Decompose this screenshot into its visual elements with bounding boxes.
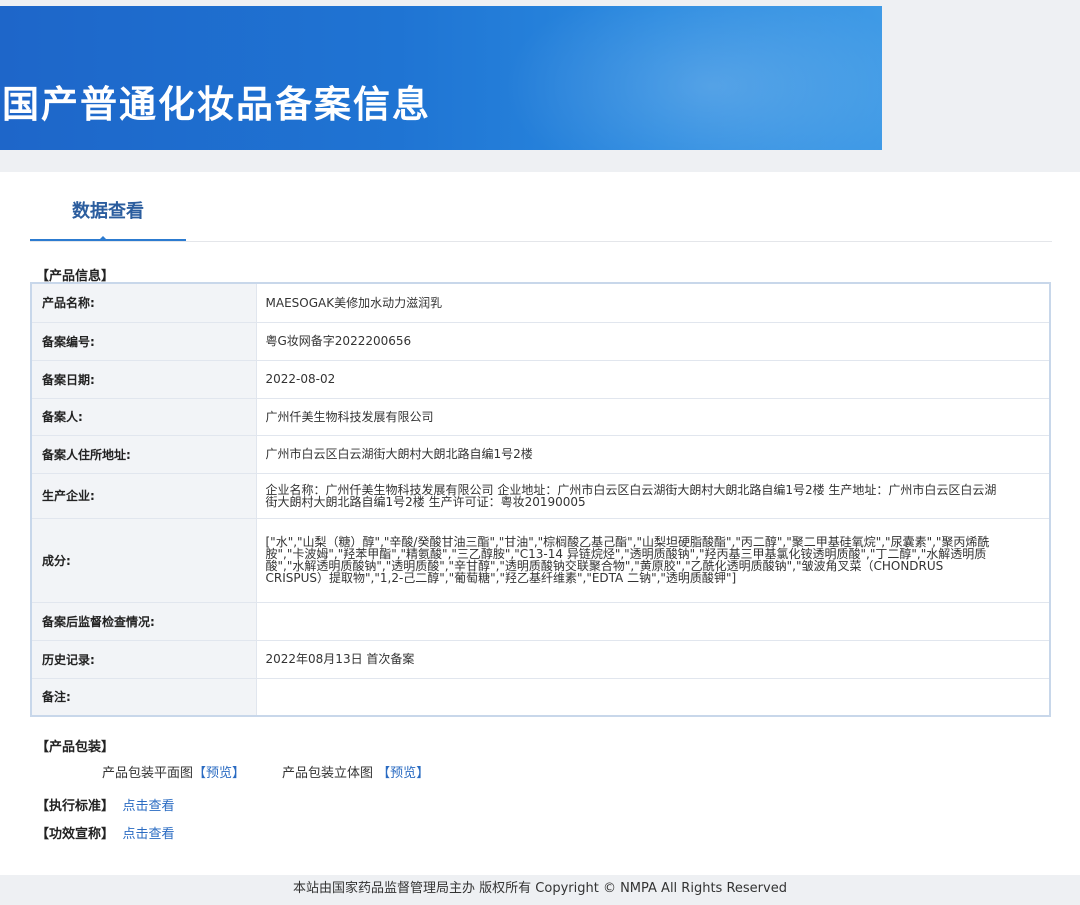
packaging-flat-item: 产品包装平面图【预览】 (102, 762, 245, 781)
packaging-flat-label: 产品包装平面图 (102, 766, 194, 781)
bracket-open: 【 (377, 766, 391, 781)
row-key: 备案人: (30, 397, 257, 436)
standard-header: 【执行标准】 (36, 799, 115, 814)
page-footer: 本站由国家药品监督管理局主办 版权所有 Copyright © NMPA All… (0, 875, 1080, 905)
row-key: 备案日期: (30, 359, 257, 399)
bracket-close: 】 (416, 766, 430, 781)
row-key: 备注: (30, 677, 257, 717)
standard-row: 【执行标准】 点击查看 (36, 795, 175, 814)
row-key: 备案编号: (30, 321, 257, 361)
table-row: 备案人: 广州仟美生物科技发展有限公司 (30, 397, 1051, 436)
row-value: 2022-08-02 (255, 359, 1051, 399)
page-banner: 国产普通化妆品备案信息 (0, 6, 882, 150)
efficacy-row: 【功效宣称】 点击查看 (36, 823, 175, 842)
packaging-flat-preview-link[interactable]: 预览 (206, 766, 232, 781)
table-row: 备注: (30, 677, 1051, 717)
packaging-solid-preview-link[interactable]: 预览 (390, 766, 416, 781)
row-value (255, 601, 1051, 641)
table-row: 备案编号: 粤G妆网备字2022200656 (30, 321, 1051, 361)
row-key: 生产企业: (30, 472, 257, 519)
row-value: 粤G妆网备字2022200656 (255, 321, 1051, 361)
table-row: 备案日期: 2022-08-02 (30, 359, 1051, 399)
bracket-close: 】 (232, 766, 246, 781)
packaging-header: 【产品包装】 (36, 740, 115, 755)
efficacy-header: 【功效宣称】 (36, 827, 115, 842)
product-info-table: 产品名称: MAESOGAK美修加水动力滋润乳 备案编号: 粤G妆网备字2022… (30, 282, 1051, 717)
row-key: 成分: (30, 517, 257, 603)
tab-caret-icon (98, 236, 108, 241)
tab-bar: 数据查看 (30, 188, 1052, 242)
packaging-solid-item: 产品包装立体图 【预览】 (282, 762, 429, 781)
row-key: 备案后监督检查情况: (30, 601, 257, 641)
row-value: 企业名称：广州仟美生物科技发展有限公司 企业地址：广州市白云区白云湖街大朗村大朗… (255, 472, 1051, 519)
table-row: 历史记录: 2022年08月13日 首次备案 (30, 639, 1051, 679)
row-value: 2022年08月13日 首次备案 (255, 639, 1051, 679)
table-row: 生产企业: 企业名称：广州仟美生物科技发展有限公司 企业地址：广州市白云区白云湖… (30, 472, 1051, 519)
tab-data-view[interactable]: 数据查看 (30, 188, 186, 241)
row-value: MAESOGAK美修加水动力滋润乳 (255, 282, 1051, 323)
table-row: 产品名称: MAESOGAK美修加水动力滋润乳 (30, 282, 1051, 323)
row-value: 广州市白云区白云湖街大朗村大朗北路自编1号2楼 (255, 434, 1051, 474)
packaging-solid-label: 产品包装立体图 (282, 766, 374, 781)
table-row: 备案人住所地址: 广州市白云区白云湖街大朗村大朗北路自编1号2楼 (30, 434, 1051, 474)
efficacy-view-link[interactable]: 点击查看 (123, 827, 175, 842)
table-row: 成分: ["水","山梨（糖）醇","辛酸/癸酸甘油三酯","甘油","棕榈酸乙… (30, 517, 1051, 603)
row-key: 历史记录: (30, 639, 257, 679)
page-title: 国产普通化妆品备案信息 (2, 83, 431, 126)
row-value: ["水","山梨（糖）醇","辛酸/癸酸甘油三酯","甘油","棕榈酸乙基己酯"… (255, 517, 1051, 603)
standard-view-link[interactable]: 点击查看 (123, 799, 175, 814)
row-value (255, 677, 1051, 717)
row-value: 广州仟美生物科技发展有限公司 (255, 397, 1051, 436)
row-key: 备案人住所地址: (30, 434, 257, 474)
row-key: 产品名称: (30, 282, 257, 323)
table-row: 备案后监督检查情况: (30, 601, 1051, 641)
bracket-open: 【 (193, 766, 207, 781)
